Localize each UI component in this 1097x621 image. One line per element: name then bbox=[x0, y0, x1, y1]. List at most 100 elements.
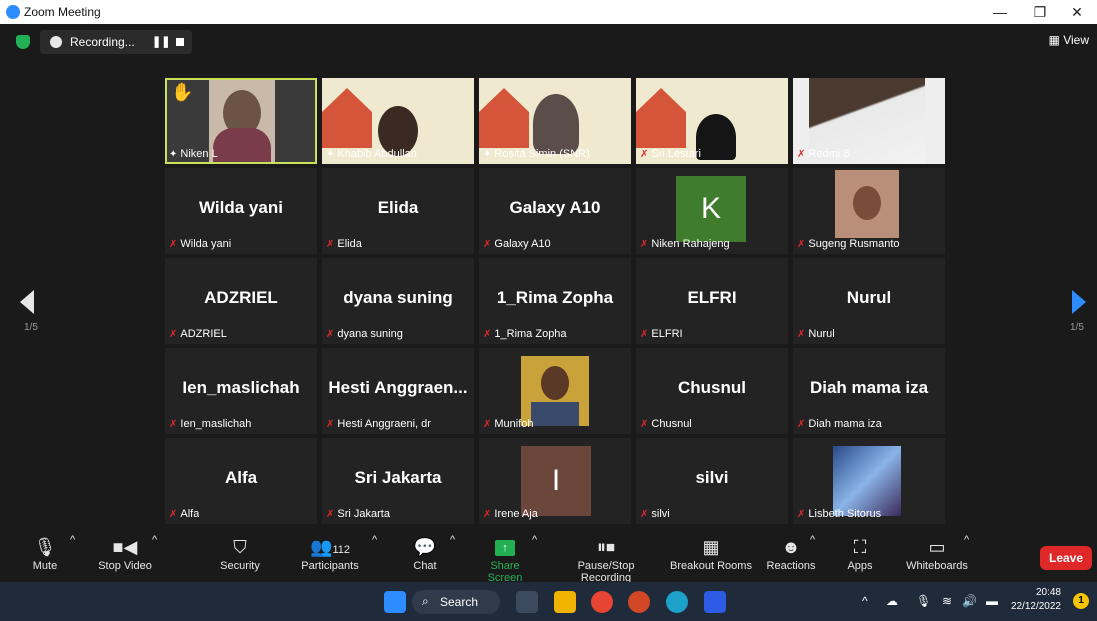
audio-options-chevron-icon[interactable]: ^ bbox=[70, 534, 75, 546]
video-tile[interactable]: ✗ Redmi 8 bbox=[793, 78, 945, 164]
apps-button[interactable]: ⛶ Apps bbox=[844, 534, 876, 582]
video-tile[interactable]: ✋ ✦ Niken L bbox=[165, 78, 317, 164]
participant-name: ✦ Niken L bbox=[169, 148, 218, 160]
participant-tile[interactable]: dyana suning ✗ dyana suning bbox=[322, 258, 474, 344]
participant-tile[interactable]: Chusnul ✗ Chusnul bbox=[636, 348, 788, 434]
mic-muted-icon: ✗ bbox=[483, 329, 492, 340]
pause-recording-icon[interactable]: ❚❚ bbox=[152, 35, 170, 48]
chrome-icon[interactable] bbox=[591, 591, 613, 613]
participant-tile[interactable]: Alfa ✗ Alfa bbox=[165, 438, 317, 524]
security-label: Security bbox=[220, 560, 260, 572]
participant-tile[interactable]: Hesti Anggraen... ✗ Hesti Anggraeni, dr bbox=[322, 348, 474, 434]
notification-badge[interactable]: 1 bbox=[1073, 593, 1089, 609]
participant-name-text: dyana suning bbox=[337, 328, 403, 340]
leave-button[interactable]: Leave bbox=[1040, 546, 1092, 570]
participant-name-text: Nurul bbox=[808, 328, 835, 340]
reactions-options-chevron-icon[interactable]: ^ bbox=[810, 534, 815, 546]
participant-tile[interactable]: Diah mama iza ✗ Diah mama iza bbox=[793, 348, 945, 434]
participant-tile[interactable]: ADZRIEL ✗ ADZRIEL bbox=[165, 258, 317, 344]
previous-page-icon[interactable] bbox=[20, 290, 36, 314]
participant-name-text: Niken L bbox=[180, 148, 218, 160]
onedrive-icon[interactable]: ☁ bbox=[886, 594, 898, 608]
participant-tile[interactable]: Sri Jakarta ✗ Sri Jakarta bbox=[322, 438, 474, 524]
security-button[interactable]: ⛉ Security bbox=[216, 534, 264, 582]
mic-muted-icon: ✗ bbox=[326, 329, 335, 340]
mic-muted-icon: ✗ bbox=[169, 419, 178, 430]
participant-tile[interactable]: Ien_maslichah ✗ Ien_maslichah bbox=[165, 348, 317, 434]
participant-name-text: ADZRIEL bbox=[180, 328, 227, 340]
close-icon[interactable]: ✕ bbox=[1062, 2, 1092, 22]
participant-tile[interactable]: Galaxy A10 ✗ Galaxy A10 bbox=[479, 168, 631, 254]
participant-tile[interactable]: ELFRI ✗ ELFRI bbox=[636, 258, 788, 344]
mic-muted-icon: ✗ bbox=[640, 149, 649, 160]
participant-tile[interactable]: I ✗ Irene Aja bbox=[479, 438, 631, 524]
participant-tile[interactable]: Wilda yani ✗ Wilda yani bbox=[165, 168, 317, 254]
show-hidden-icons-icon[interactable]: ^ bbox=[862, 594, 868, 608]
mic-muted-icon: ✗ bbox=[797, 419, 806, 430]
taskbar-search[interactable]: ⌕ Search bbox=[412, 590, 500, 614]
participants-count: 112 bbox=[332, 544, 350, 556]
task-view-icon[interactable] bbox=[516, 591, 538, 613]
participant-tile[interactable]: ✗ Munifoh bbox=[479, 348, 631, 434]
participant-name: ✗ Wilda yani bbox=[169, 238, 231, 250]
whiteboards-options-chevron-icon[interactable]: ^ bbox=[964, 534, 969, 546]
volume-icon[interactable]: 🔊 bbox=[962, 594, 977, 608]
participant-tile[interactable]: ✗ Lisbeth Sitorus bbox=[793, 438, 945, 524]
breakout-rooms-button[interactable]: ▦ Breakout Rooms bbox=[670, 534, 752, 582]
windows-start-icon[interactable] bbox=[384, 591, 406, 613]
recording-indicator[interactable]: Recording... ❚❚ bbox=[40, 30, 192, 54]
participant-tile[interactable]: 1_Rima Zopha ✗ 1_Rima Zopha bbox=[479, 258, 631, 344]
participant-name: ✗ Nurul bbox=[797, 328, 835, 340]
tray-microphone-icon[interactable]: 🎙 bbox=[916, 594, 931, 608]
participant-name: ✗ 1_Rima Zopha bbox=[483, 328, 567, 340]
restore-icon[interactable]: ❐ bbox=[1025, 2, 1055, 22]
search-icon: ⌕ bbox=[422, 594, 429, 608]
zoom-taskbar-icon[interactable] bbox=[704, 591, 726, 613]
participant-tile[interactable]: Nurul ✗ Nurul bbox=[793, 258, 945, 344]
next-page-icon[interactable] bbox=[1070, 290, 1086, 314]
encryption-shield-icon[interactable] bbox=[16, 35, 30, 49]
participant-tile[interactable]: ✗ Sugeng Rusmanto bbox=[793, 168, 945, 254]
edge-icon[interactable] bbox=[666, 591, 688, 613]
file-explorer-icon[interactable] bbox=[554, 591, 576, 613]
share-options-chevron-icon[interactable]: ^ bbox=[532, 534, 537, 546]
participant-display-name: Ien_maslichah bbox=[182, 378, 300, 397]
battery-icon[interactable]: ▬ bbox=[986, 594, 998, 608]
minimize-icon[interactable]: — bbox=[985, 2, 1015, 22]
share-screen-button[interactable]: ↑ Share Screen bbox=[472, 534, 538, 584]
background-house bbox=[322, 88, 372, 148]
reactions-button[interactable]: ☻ Reactions bbox=[766, 534, 816, 582]
video-options-chevron-icon[interactable]: ^ bbox=[152, 534, 157, 546]
mute-button[interactable]: 🎙 Mute bbox=[24, 534, 66, 582]
stop-video-button[interactable]: ■◀ Stop Video bbox=[92, 534, 158, 582]
chat-button[interactable]: 💬 Chat bbox=[408, 534, 442, 582]
wifi-icon[interactable]: ≋ bbox=[942, 594, 952, 608]
meeting-top-strip: Recording... ❚❚ ▦ View bbox=[0, 24, 1097, 58]
participant-display-name: 1_Rima Zopha bbox=[496, 288, 614, 307]
participant-name-text: Lisbeth Sitorus bbox=[808, 508, 882, 520]
video-tile[interactable]: ✦ Khabib Abdullah bbox=[322, 78, 474, 164]
participants-button[interactable]: 👥112 Participants bbox=[300, 534, 360, 582]
share-screen-icon: ↑ bbox=[472, 534, 538, 560]
video-tile[interactable]: ✗ Sri Lestari bbox=[636, 78, 788, 164]
video-tile[interactable]: ✦ Rosita Simin (SNR) bbox=[479, 78, 631, 164]
participant-tile[interactable]: Elida ✗ Elida bbox=[322, 168, 474, 254]
cloud-record-icon bbox=[50, 36, 62, 48]
video-camera-icon: ■◀ bbox=[112, 537, 138, 557]
participant-tile[interactable]: silvi ✗ silvi bbox=[636, 438, 788, 524]
participant-name: ✗ ADZRIEL bbox=[169, 328, 227, 340]
chat-options-chevron-icon[interactable]: ^ bbox=[450, 534, 455, 546]
participant-tile[interactable]: K ✗ Niken Rahajeng bbox=[636, 168, 788, 254]
participant-name-text: 1_Rima Zopha bbox=[494, 328, 567, 340]
pause-stop-icon: ⏸⏹ bbox=[597, 537, 615, 557]
view-button[interactable]: ▦ View bbox=[1049, 33, 1089, 47]
stop-recording-icon[interactable] bbox=[176, 38, 184, 46]
participants-options-chevron-icon[interactable]: ^ bbox=[372, 534, 377, 546]
pause-stop-recording-button[interactable]: ⏸⏹ Pause/Stop Recording bbox=[552, 534, 660, 584]
participant-display-name: Hesti Anggraen... bbox=[328, 378, 468, 397]
system-clock[interactable]: 20:48 22/12/2022 bbox=[1011, 586, 1061, 614]
participant-name: ✗ Galaxy A10 bbox=[483, 238, 551, 250]
participant-name: ✗ Munifoh bbox=[483, 418, 534, 430]
whiteboards-button[interactable]: ▭ Whiteboards bbox=[904, 534, 970, 582]
powerpoint-icon[interactable] bbox=[628, 591, 650, 613]
